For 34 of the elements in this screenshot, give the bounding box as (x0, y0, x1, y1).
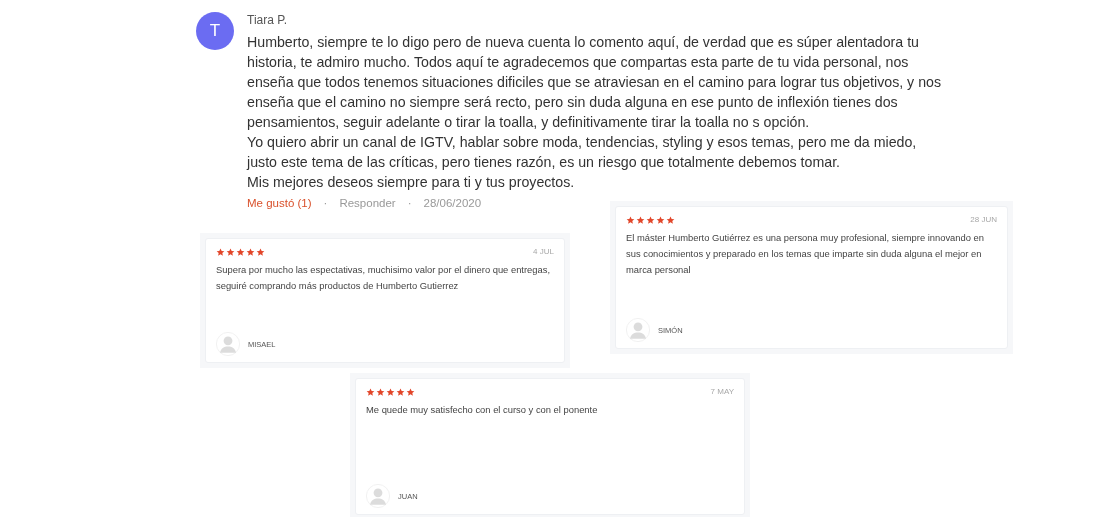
review-date: 7 MAY (710, 387, 734, 396)
separator-dot: · (407, 197, 412, 209)
user-silhouette-icon (216, 332, 240, 356)
avatar: T (196, 12, 234, 50)
user-silhouette-icon (366, 484, 390, 508)
star-icon (396, 387, 405, 396)
like-link[interactable]: Me gustó (1) (247, 197, 312, 209)
star-icon (366, 387, 375, 396)
star-icon (216, 247, 225, 256)
star-icon (236, 247, 245, 256)
star-icon (626, 215, 635, 224)
review-date: 28 JUN (970, 215, 997, 224)
star-icon (406, 387, 415, 396)
comment-text: Mis mejores deseos siempre para ti y tus proyectos. (247, 173, 576, 192)
star-icon (226, 247, 235, 256)
reply-link[interactable]: Responder (339, 197, 396, 209)
star-icon (636, 215, 645, 224)
user-silhouette-icon (626, 318, 650, 342)
review-text: El máster Humberto Gutiérrez es una persona muy profesional, siempre innovando en sus conocimientos y preparado en los temas que imparte sin duda alguna el mejor en marca personal (626, 231, 985, 277)
star-icon (666, 215, 675, 224)
review-text: Supera por mucho las espectativas, muchisimo valor por el dinero que entregas, seguiré comprando más productos de Humberto Gutierrez (216, 263, 552, 293)
author-name: Tiara P. (247, 13, 289, 27)
review-text: Me quede muy satisfecho con el curso y con el ponente (366, 403, 599, 417)
review-date: 4 JUL (533, 247, 554, 256)
comment-date: 28/06/2020 (423, 197, 482, 209)
star-icon (376, 387, 385, 396)
comment-text: Humberto, siempre te lo digo pero de nueva cuenta lo comento aquí, de verdad que es súper alentadora tu historia, te admiro mucho. Todos aquí te agradecemos que compartas esta parte de tu vida personal, nos enseña que todos tenemos situaciones dificiles que se atraviesan en el camino para lograr tus objetivos, y nos enseña que el camino no siempre será recto, pero sin duda alguna en ese punto de inflexión tienes dos pensamientos, seguir adelante o tirar la toalla, y definitivamente tirar la toalla no s opción. (247, 33, 943, 132)
star-icon (646, 215, 655, 224)
separator-dot: · (323, 197, 328, 209)
star-icon (386, 387, 395, 396)
star-icon (256, 247, 265, 256)
comment-text: Yo quiero abrir un canal de IGTV, hablar sobre moda, tendencias, styling y esos temas, pero me da miedo, justo este tema de las críticas, pero tienes razón, es un riesgo que totalmente debemos tomar. (247, 133, 918, 172)
star-icon (246, 247, 255, 256)
star-icon (656, 215, 665, 224)
